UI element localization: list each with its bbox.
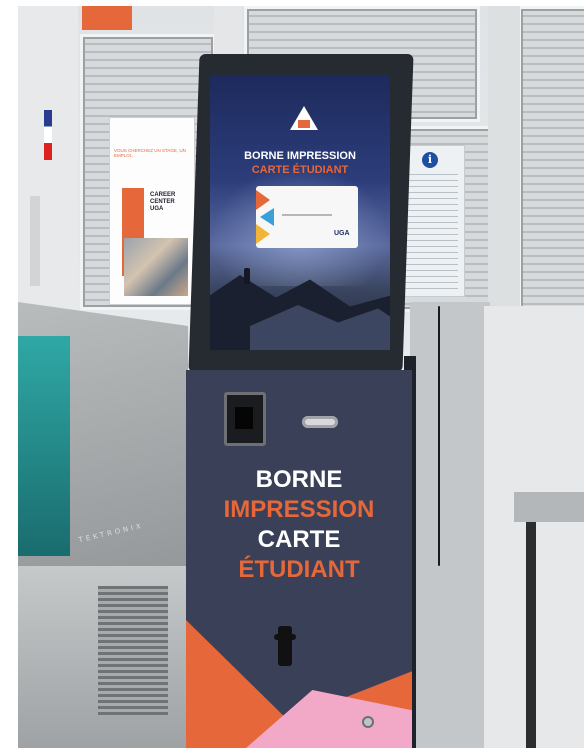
lock-icon[interactable] xyxy=(362,716,374,728)
card-reader-opening xyxy=(235,407,253,429)
kiosk-label-line4: ÉTUDIANT xyxy=(238,556,360,583)
poster-brand: CAREER CENTER UGA xyxy=(150,192,176,212)
card-uga-label: UGA xyxy=(334,230,350,237)
career-center-poster: VOUS CHERCHEZ UN STAGE, UN EMPLOI... CAR… xyxy=(110,118,194,304)
orange-sign-strip xyxy=(82,6,132,30)
kiosk-label-line2: IMPRESSION xyxy=(223,496,375,523)
flag-sticker xyxy=(44,110,52,160)
card-text-line xyxy=(282,214,332,216)
kiosk-body: BORNE IMPRESSION CARTE ÉTUDIANT xyxy=(186,370,412,748)
kiosk-label-line1: BORNE xyxy=(255,466,343,493)
gray-cabinet xyxy=(410,302,490,748)
info-icon: i xyxy=(422,152,438,168)
left-terminal-screen xyxy=(18,336,70,556)
hiker-silhouette xyxy=(244,268,250,284)
key-slot-icon[interactable] xyxy=(274,626,296,666)
left-terminal-vent xyxy=(98,586,168,716)
card-output-slot[interactable] xyxy=(302,416,338,428)
uga-logo-accent xyxy=(298,120,310,128)
info-text-lines xyxy=(404,174,458,290)
power-cable xyxy=(438,306,440,566)
poster-text: VOUS CHERCHEZ UN STAGE, UN EMPLOI... xyxy=(114,148,186,158)
card-triangle-icon xyxy=(256,224,270,244)
kiosk-label-line3: CARTE xyxy=(257,526,341,553)
desk-leg xyxy=(526,522,536,748)
wall-switch xyxy=(30,196,40,286)
photo-scene: VOUS CHERCHEZ UN STAGE, UN EMPLOI... CAR… xyxy=(18,6,584,748)
poster-photo xyxy=(124,238,188,296)
card-triangle-icon xyxy=(256,190,270,210)
student-card-image: UGA xyxy=(256,186,358,248)
desk-top xyxy=(514,492,584,522)
window-blinds xyxy=(518,6,584,312)
card-reader-slot[interactable] xyxy=(224,392,266,446)
screen-subtitle: CARTE ÉTUDIANT xyxy=(251,164,349,176)
screen-title: BORNE IMPRESSION xyxy=(244,150,356,162)
kiosk-touchscreen[interactable]: BORNE IMPRESSION CARTE ÉTUDIANT UGA xyxy=(210,76,390,350)
